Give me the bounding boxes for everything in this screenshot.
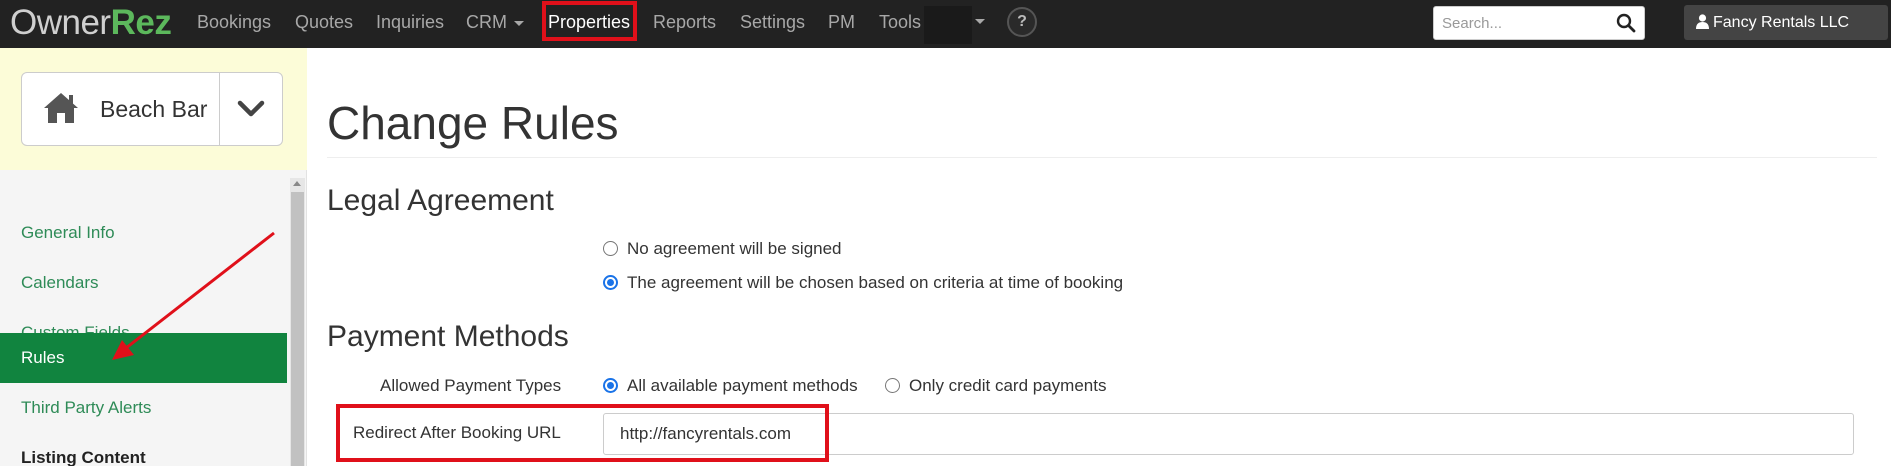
legal-option-criteria[interactable]: The agreement will be chosen based on cr… xyxy=(603,272,1123,294)
radio-checked[interactable] xyxy=(603,275,618,290)
scrollbar-thumb[interactable] xyxy=(291,192,304,466)
brand-rez: Rez xyxy=(110,3,172,42)
scroll-up-icon[interactable] xyxy=(293,181,301,186)
page-title: Change Rules xyxy=(327,97,619,149)
caret-down-icon xyxy=(514,20,524,26)
property-name: Beach Bar xyxy=(100,96,208,122)
radio-checked[interactable] xyxy=(603,378,618,393)
title-divider xyxy=(327,157,1877,158)
payment-option-credit-card-label: Only credit card payments xyxy=(909,376,1107,395)
legal-agreement-heading: Legal Agreement xyxy=(327,184,554,217)
legal-option-none-label: No agreement will be signed xyxy=(627,239,842,258)
nav-crm-label: CRM xyxy=(466,12,507,32)
payment-option-credit-card[interactable]: Only credit card payments xyxy=(885,375,1106,397)
account-label: Fancy Rentals LLC xyxy=(1713,14,1850,31)
payment-option-all[interactable]: All available payment methods xyxy=(603,375,858,397)
top-navbar: OwnerRez Bookings Quotes Inquiries CRM P… xyxy=(0,0,1891,48)
help-button[interactable]: ? xyxy=(1007,7,1037,37)
radio-unchecked[interactable] xyxy=(885,378,900,393)
nav-pm[interactable]: PM xyxy=(828,0,855,44)
caret-down-icon[interactable] xyxy=(975,19,985,24)
nav-tools[interactable]: Tools xyxy=(879,0,921,44)
property-panel: Beach Bar xyxy=(0,48,307,170)
sidebar-item-rules[interactable]: Rules xyxy=(0,333,287,383)
page: OwnerRez Bookings Quotes Inquiries CRM P… xyxy=(0,0,1891,466)
properties-highlight-box xyxy=(542,1,637,41)
home-icon xyxy=(44,93,78,123)
sidebar-item-third-party-alerts[interactable]: Third Party Alerts xyxy=(0,383,287,433)
user-icon xyxy=(1696,14,1709,29)
sidebar-scrollbar[interactable] xyxy=(290,178,305,466)
sidebar-item-general-info[interactable]: General Info xyxy=(0,208,287,258)
radio-unchecked[interactable] xyxy=(603,241,618,256)
allowed-payment-types-label: Allowed Payment Types xyxy=(380,376,562,395)
nav-inquiries[interactable]: Inquiries xyxy=(376,0,444,44)
nav-crm[interactable]: CRM xyxy=(466,0,524,44)
nav-bookings[interactable]: Bookings xyxy=(197,0,271,44)
account-menu-button[interactable]: Fancy Rentals LLC xyxy=(1684,5,1888,40)
redirect-highlight-box xyxy=(336,404,829,462)
nav-quotes[interactable]: Quotes xyxy=(295,0,353,44)
search-icon[interactable] xyxy=(1616,13,1636,33)
payment-option-all-label: All available payment methods xyxy=(627,376,858,395)
chevron-down-icon xyxy=(237,100,265,117)
search-input[interactable] xyxy=(1442,7,1612,39)
sidebar-item-calendars[interactable]: Calendars xyxy=(0,258,287,308)
nav-reports[interactable]: Reports xyxy=(653,0,716,44)
property-selector[interactable]: Beach Bar xyxy=(21,72,283,146)
nav-settings[interactable]: Settings xyxy=(740,0,805,44)
brand-owner: Owner xyxy=(10,3,111,42)
payment-methods-heading: Payment Methods xyxy=(327,320,569,353)
sidebar: Beach Bar General Info Calendars Custom … xyxy=(0,48,307,466)
legal-option-none[interactable]: No agreement will be signed xyxy=(603,238,842,260)
brand-logo[interactable]: OwnerRez xyxy=(10,3,172,42)
search-box xyxy=(1433,6,1645,40)
property-dropdown-toggle[interactable] xyxy=(219,73,282,145)
sidebar-heading-listing-content: Listing Content xyxy=(21,448,146,466)
legal-option-criteria-label: The agreement will be chosen based on cr… xyxy=(627,273,1124,292)
tools-redacted-area xyxy=(924,6,972,44)
